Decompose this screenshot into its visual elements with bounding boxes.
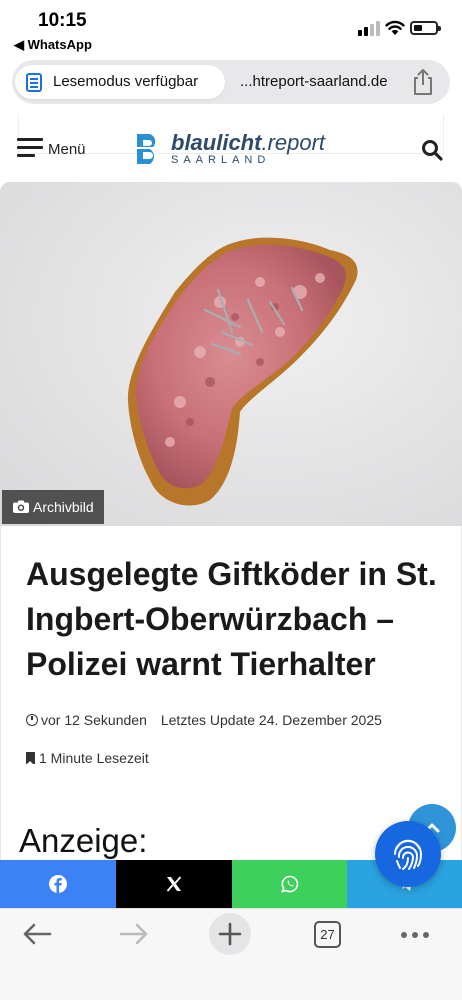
- reader-mode-button[interactable]: Lesemodus verfügbar: [15, 65, 225, 99]
- tabs-overview-button[interactable]: 27: [314, 921, 341, 948]
- back-arrow-icon[interactable]: [22, 923, 52, 945]
- fingerprint-icon: [394, 839, 423, 870]
- phone-screen: 10:15 ◀ WhatsApp Lesemodus verfügbar ...…: [0, 0, 462, 1000]
- logo-text: blaulicht.report: [171, 130, 326, 155]
- facebook-icon: [49, 875, 67, 893]
- site-logo[interactable]: blaulicht.report SAARLAND: [133, 130, 333, 170]
- reading-time-text: 1 Minute Lesezeit: [39, 750, 149, 766]
- logo-subtitle: SAARLAND: [171, 154, 271, 166]
- more-options-icon[interactable]: [400, 931, 430, 939]
- site-header: Menü blaulicht.report SAARLAND: [0, 112, 462, 180]
- ad-label: Anzeige:: [19, 822, 148, 859]
- share-facebook-button[interactable]: [0, 860, 116, 908]
- search-icon[interactable]: [421, 139, 443, 161]
- hamburger-menu-icon[interactable]: [17, 138, 43, 158]
- clock-icon: [26, 714, 38, 726]
- back-to-whatsapp-link[interactable]: ◀ WhatsApp: [14, 37, 92, 53]
- reader-mode-icon: [26, 73, 42, 92]
- fingerprint-button[interactable]: [375, 821, 441, 887]
- camera-icon: [13, 500, 29, 513]
- bookmark-icon: [26, 752, 35, 765]
- address-bar[interactable]: Lesemodus verfügbar ...htreport-saarland…: [12, 60, 450, 104]
- logo-b-icon: [133, 134, 163, 164]
- url-text[interactable]: ...htreport-saarland.de: [240, 73, 388, 90]
- image-caption-text: Archivbild: [33, 499, 94, 515]
- share-whatsapp-button[interactable]: [232, 860, 347, 908]
- menu-button-label[interactable]: Menü: [48, 141, 86, 158]
- posted-time: vor 12 Sekunden: [41, 712, 147, 728]
- share-x-button[interactable]: [116, 860, 232, 908]
- wifi-icon: [385, 20, 405, 35]
- forward-arrow-icon[interactable]: [119, 923, 149, 945]
- x-icon: [166, 876, 182, 892]
- status-bar: 10:15 ◀ WhatsApp: [0, 0, 462, 56]
- battery-icon: [410, 21, 441, 35]
- plus-icon: [218, 922, 242, 946]
- status-time: 10:15: [38, 10, 87, 31]
- browser-toolbar: 27: [0, 908, 462, 1000]
- share-icon[interactable]: [410, 68, 436, 96]
- reader-mode-label: Lesemodus verfügbar: [53, 73, 199, 90]
- whatsapp-icon: [280, 875, 298, 893]
- article-meta: vor 12 Sekunden Letztes Update 24. Dezemb…: [26, 712, 382, 728]
- article-title: Ausgelegte Giftköder in St. Ingbert-Ober…: [26, 556, 437, 682]
- cellular-signal-icon: [358, 20, 380, 36]
- image-caption-badge: Archivbild: [2, 490, 104, 524]
- reading-time: 1 Minute Lesezeit: [26, 750, 149, 766]
- last-updated: Letztes Update 24. Dezember 2025: [160, 712, 382, 728]
- poison-bait-photo: [0, 182, 462, 526]
- article-hero-image: [0, 182, 462, 526]
- new-tab-button[interactable]: [209, 913, 251, 955]
- article-content: Ausgelegte Giftköder in St. Ingbert-Ober…: [0, 526, 462, 866]
